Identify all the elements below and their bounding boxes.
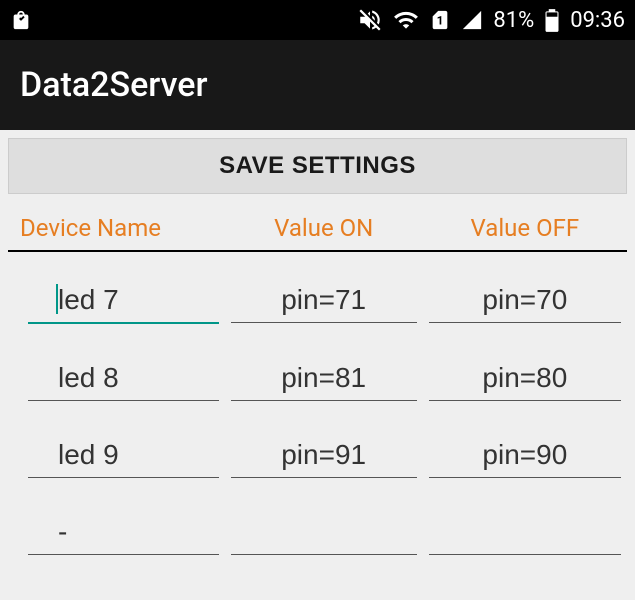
value-off-cell — [423, 360, 627, 401]
value-off-cell — [423, 514, 627, 555]
table-body — [8, 252, 627, 561]
value-on-cell — [225, 282, 423, 324]
vibrate-icon — [357, 7, 383, 33]
value-off-input[interactable] — [429, 282, 621, 323]
battery-icon — [544, 7, 560, 33]
value-on-cell — [225, 437, 423, 478]
status-bar: 1 81% 09:36 — [0, 0, 635, 40]
device-name-input[interactable] — [28, 360, 219, 401]
value-on-input[interactable] — [231, 360, 417, 401]
table-row — [8, 407, 627, 484]
header-value-on: Value ON — [225, 214, 423, 242]
battery-percent: 81% — [493, 8, 534, 33]
value-off-input[interactable] — [429, 514, 621, 555]
device-name-cell — [8, 282, 225, 324]
table-row — [8, 484, 627, 561]
device-name-cell — [8, 360, 225, 401]
device-name-cell — [8, 514, 225, 555]
device-name-cell — [8, 437, 225, 478]
app-bar: Data2Server — [0, 40, 635, 130]
table-row — [8, 252, 627, 330]
header-value-off: Value OFF — [423, 214, 627, 242]
svg-text:1: 1 — [437, 14, 444, 28]
sim-icon: 1 — [429, 9, 451, 31]
device-name-input[interactable] — [28, 514, 219, 555]
save-settings-button[interactable]: SAVE SETTINGS — [8, 138, 627, 194]
value-on-input[interactable] — [231, 282, 417, 323]
table-header: Device Name Value ON Value OFF — [8, 202, 627, 252]
shopping-bag-icon — [10, 9, 32, 31]
value-on-cell — [225, 514, 423, 555]
text-cursor — [56, 284, 58, 314]
value-on-cell — [225, 360, 423, 401]
header-device-name: Device Name — [8, 214, 225, 242]
value-on-input[interactable] — [231, 437, 417, 478]
table-row — [8, 330, 627, 407]
device-name-input[interactable] — [28, 437, 219, 478]
content: SAVE SETTINGS Device Name Value ON Value… — [0, 130, 635, 569]
wifi-icon — [393, 7, 419, 33]
value-off-input[interactable] — [429, 437, 621, 478]
clock: 09:36 — [570, 8, 625, 33]
value-off-cell — [423, 437, 627, 478]
app-title: Data2Server — [20, 65, 208, 105]
value-off-cell — [423, 282, 627, 324]
signal-icon — [461, 9, 483, 31]
value-on-input[interactable] — [231, 514, 417, 555]
value-off-input[interactable] — [429, 360, 621, 401]
